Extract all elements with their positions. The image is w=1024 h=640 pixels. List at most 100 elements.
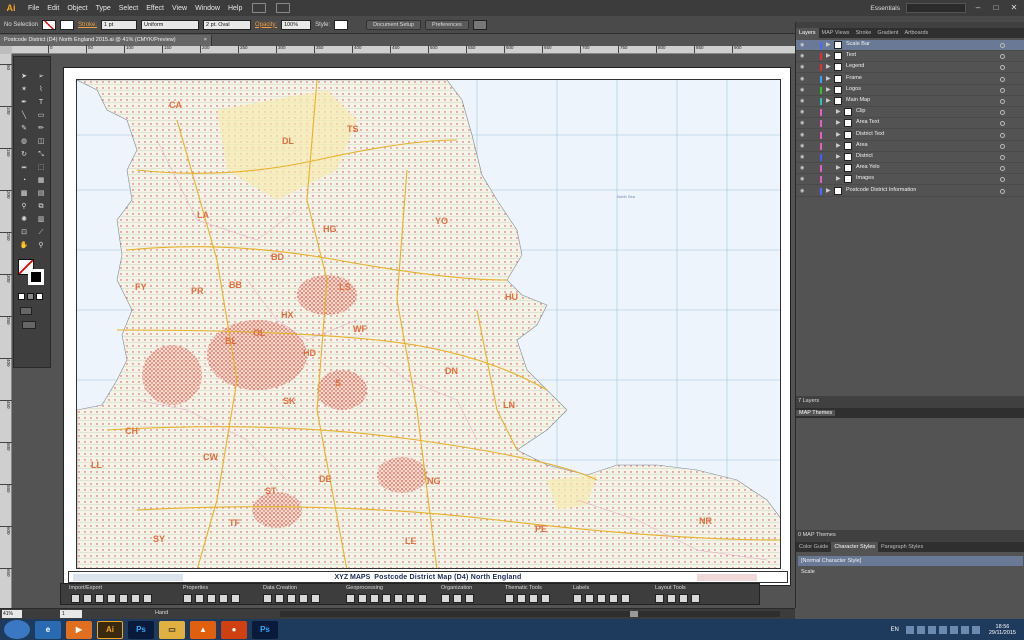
attributes-icon[interactable] <box>183 594 192 603</box>
firefox-icon[interactable]: ● <box>221 620 247 639</box>
color-mode-icon[interactable] <box>18 293 25 300</box>
layer-name[interactable]: Logos <box>846 86 861 92</box>
direct-selection-tool-icon[interactable]: ➢ <box>33 71 49 82</box>
opacity-link[interactable]: Opacity: <box>255 22 277 28</box>
layer-row[interactable]: ◉ ▶ Text <box>796 51 1024 63</box>
tab-artboards[interactable]: Artboards <box>901 28 931 38</box>
opacity-input[interactable]: 100% <box>281 19 312 30</box>
perspective-grid-tool-icon[interactable]: ▦ <box>33 175 49 186</box>
photoshop-taskbar-icon[interactable]: Ps <box>128 620 154 639</box>
visibility-eye-icon[interactable]: ◉ <box>800 132 804 138</box>
fill-swatch[interactable] <box>42 19 57 30</box>
label-line-icon[interactable] <box>585 594 594 603</box>
layer-name[interactable]: Frame <box>846 75 862 81</box>
visibility-eye-icon[interactable]: ◉ <box>800 64 804 70</box>
clip-icon[interactable] <box>358 594 367 603</box>
sort-icon[interactable] <box>441 594 450 603</box>
thematic-chart-icon[interactable] <box>529 594 538 603</box>
arrange-icon[interactable] <box>472 19 487 30</box>
thematic-color-icon[interactable] <box>505 594 514 603</box>
tab-layers[interactable]: Layers <box>796 28 819 38</box>
scale-tool-icon[interactable]: ⤡ <box>33 149 49 160</box>
layer-name[interactable]: Main Map <box>846 97 870 103</box>
layer-name[interactable]: Scale Bar <box>846 41 870 47</box>
query-icon[interactable] <box>207 594 216 603</box>
stroke-link[interactable]: Stroke: <box>78 22 97 28</box>
visibility-eye-icon[interactable]: ◉ <box>800 98 804 104</box>
tray-icon[interactable] <box>949 625 958 634</box>
split-icon[interactable] <box>406 594 415 603</box>
bridge-icon[interactable] <box>252 3 267 13</box>
visibility-eye-icon[interactable]: ◉ <box>800 176 804 182</box>
data-place-icon[interactable] <box>311 594 320 603</box>
grid-icon[interactable] <box>655 594 664 603</box>
selection-tool-icon[interactable]: ➤ <box>16 71 32 82</box>
target-circle-icon[interactable] <box>1000 110 1005 116</box>
intersect-icon[interactable] <box>382 594 391 603</box>
language-indicator[interactable]: EN <box>891 627 899 633</box>
menu-effect[interactable]: Effect <box>146 5 164 12</box>
tray-icon[interactable] <box>938 625 947 634</box>
data-line-icon[interactable] <box>275 594 284 603</box>
stroke-color-icon[interactable] <box>28 269 44 285</box>
visibility-eye-icon[interactable]: ◉ <box>800 120 804 126</box>
expand-triangle-icon[interactable]: ▶ <box>836 119 841 126</box>
buffer-icon[interactable] <box>346 594 355 603</box>
workspace-switcher[interactable]: Essentials <box>870 5 900 12</box>
brush-definition[interactable]: 2 pt. Oval <box>203 19 252 30</box>
layer-row[interactable]: ◉ ▶ Area Yelo <box>796 163 1024 175</box>
pencil-tool-icon[interactable]: ✏ <box>33 123 49 134</box>
visibility-eye-icon[interactable]: ◉ <box>800 154 804 160</box>
horizontal-ruler[interactable]: 0 50 100 150 200 250 300 350 400 450 500 550 600 650 7… <box>12 45 795 54</box>
artboard-navigation[interactable]: 1 <box>60 610 82 618</box>
hand-tool-icon[interactable]: ✋ <box>16 240 32 251</box>
info-icon[interactable] <box>219 594 228 603</box>
symbol-sprayer-tool-icon[interactable]: ✺ <box>16 214 32 225</box>
current-tool-status[interactable]: Hand <box>155 610 168 616</box>
table-icon[interactable] <box>231 594 240 603</box>
eyedropper-tool-icon[interactable]: ⚲ <box>16 201 32 212</box>
layer-name[interactable]: Area Yelo <box>856 164 880 170</box>
gradient-tool-icon[interactable]: ▤ <box>33 188 49 199</box>
layer-name[interactable]: District Text <box>856 131 884 137</box>
lasso-tool-icon[interactable]: ⌇ <box>33 84 49 95</box>
layer-row[interactable]: ◉ ▶ Images <box>796 174 1024 186</box>
tray-icon[interactable] <box>916 625 925 634</box>
visibility-eye-icon[interactable]: ◉ <box>800 109 804 115</box>
tab-map-views[interactable]: MAP Views <box>819 28 853 38</box>
layer-row[interactable]: ◉ ▶ District <box>796 152 1024 163</box>
layer-row[interactable]: ◉ ▶ Legend <box>796 62 1024 74</box>
layer-name[interactable]: Area Text <box>856 119 879 125</box>
label-point-icon[interactable] <box>573 594 582 603</box>
menu-help[interactable]: Help <box>228 5 242 12</box>
gradient-mode-icon[interactable] <box>27 293 34 300</box>
index-icon[interactable] <box>667 594 676 603</box>
blend-tool-icon[interactable]: ⧉ <box>33 201 49 212</box>
expand-triangle-icon[interactable]: ▶ <box>836 175 841 182</box>
expand-triangle-icon[interactable]: ▶ <box>826 52 831 59</box>
stroke-swatch[interactable] <box>60 19 75 30</box>
tab-paragraph-styles[interactable]: Paragraph Styles <box>878 542 926 552</box>
properties-table-icon[interactable] <box>195 594 204 603</box>
target-circle-icon[interactable] <box>1000 143 1005 149</box>
tray-icon[interactable] <box>905 625 914 634</box>
visibility-eye-icon[interactable]: ◉ <box>800 165 804 171</box>
menu-object[interactable]: Object <box>67 5 87 12</box>
vlc-icon[interactable]: ▲ <box>190 620 216 639</box>
stroke-weight-input[interactable]: 1 pt <box>101 19 138 30</box>
slice-tool-icon[interactable]: ⟋ <box>33 227 49 238</box>
minimize-button[interactable]: – <box>972 3 984 13</box>
tab-gradient[interactable]: Gradient <box>874 28 901 38</box>
label-callout-icon[interactable] <box>609 594 618 603</box>
rotate-tool-icon[interactable]: ↻ <box>16 149 32 160</box>
document-tab[interactable]: Postcode District (D4) North England 201… <box>0 35 212 46</box>
layer-name[interactable]: Postcode District Information <box>846 187 916 193</box>
reimport-icon[interactable] <box>95 594 104 603</box>
union-icon[interactable] <box>418 594 427 603</box>
layer-name[interactable]: Clip <box>856 108 865 114</box>
eraser-tool-icon[interactable]: ◫ <box>33 136 49 147</box>
network-icon[interactable] <box>960 625 969 634</box>
layer-row[interactable]: ◉ ▶ Scale Bar <box>796 40 1024 51</box>
export-icon[interactable] <box>83 594 92 603</box>
tray-icon[interactable] <box>927 625 936 634</box>
